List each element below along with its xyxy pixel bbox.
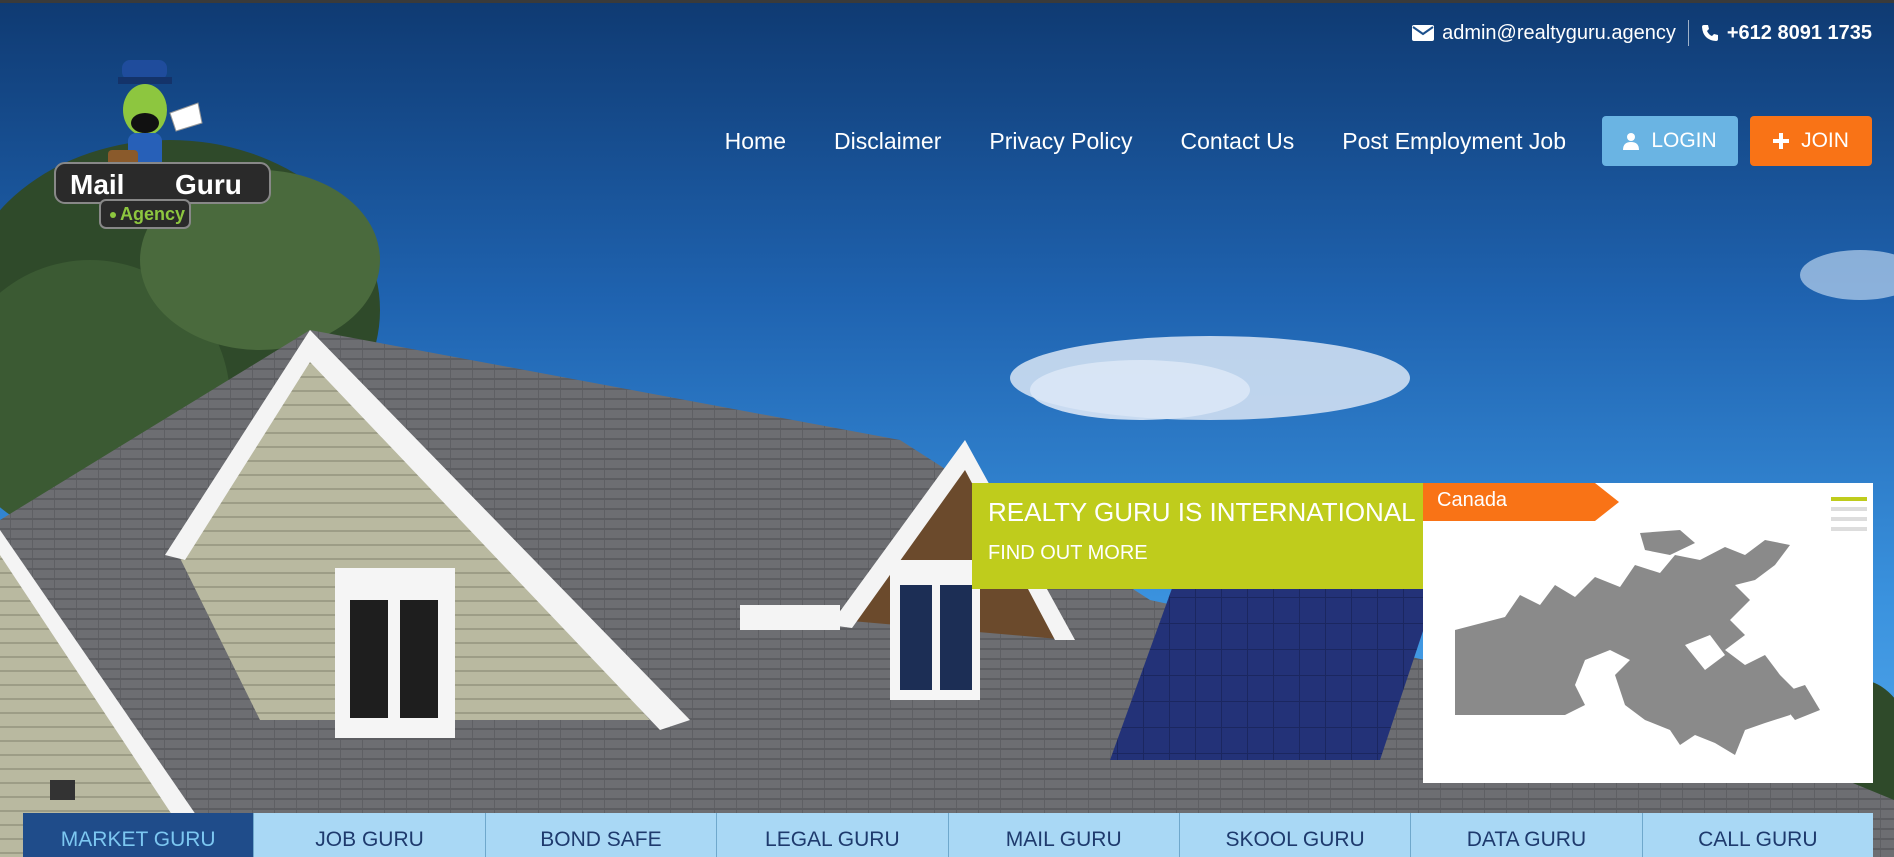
phone-icon (1701, 25, 1718, 41)
nav-post-employment-job[interactable]: Post Employment Job (1342, 128, 1566, 155)
nav-disclaimer[interactable]: Disclaimer (834, 128, 941, 155)
country-tag: Canada (1423, 483, 1619, 521)
tab-legal-guru[interactable]: LEGAL GURU (717, 813, 949, 857)
country-map-card: Canada (1423, 483, 1873, 783)
canada-map[interactable] (1445, 525, 1845, 775)
email-link[interactable]: admin@realtyguru.agency (1412, 22, 1676, 45)
login-button[interactable]: LOGIN (1602, 116, 1738, 166)
nav-privacy-policy[interactable]: Privacy Policy (989, 128, 1132, 155)
tab-bond-safe[interactable]: BOND SAFE (485, 813, 718, 857)
top-border (0, 0, 1894, 3)
service-tabs: MARKET GURU JOB GURU BOND SAFE LEGAL GUR… (23, 813, 1873, 857)
logo-word-guru: Guru (175, 169, 242, 200)
logo-word-mail: Mail (70, 169, 125, 200)
join-button[interactable]: JOIN (1750, 116, 1872, 166)
tab-skool-guru[interactable]: SKOOL GURU (1179, 813, 1412, 857)
plus-icon (1773, 133, 1790, 149)
banner-title: REALTY GURU IS INTERNATIONAL (988, 497, 1416, 527)
tab-call-guru[interactable]: CALL GURU (1642, 813, 1873, 857)
contact-bar: admin@realtyguru.agency +612 8091 1735 (1412, 20, 1872, 46)
main-nav: Home Disclaimer Privacy Policy Contact U… (725, 116, 1872, 166)
tab-job-guru[interactable]: JOB GURU (254, 813, 486, 857)
tab-data-guru[interactable]: DATA GURU (1411, 813, 1643, 857)
nav-links: Home Disclaimer Privacy Policy Contact U… (725, 128, 1566, 155)
phone-link[interactable]: +612 8091 1735 (1701, 22, 1872, 45)
email-text: admin@realtyguru.agency (1442, 21, 1676, 44)
find-out-more-link[interactable]: FIND OUT MORE (988, 542, 1148, 565)
envelope-icon (1412, 25, 1435, 41)
tab-mail-guru[interactable]: MAIL GURU (948, 813, 1180, 857)
contact-divider (1687, 20, 1689, 46)
tab-market-guru[interactable]: MARKET GURU (23, 813, 255, 857)
user-icon (1623, 133, 1640, 150)
nav-home[interactable]: Home (725, 128, 786, 155)
login-label: LOGIN (1651, 129, 1717, 152)
country-name: Canada (1437, 489, 1508, 511)
site-logo[interactable]: Mail Guru Agency (50, 55, 275, 235)
nav-contact-us[interactable]: Contact Us (1181, 128, 1295, 155)
join-label: JOIN (1801, 129, 1849, 152)
logo-tagline: Agency (120, 204, 186, 224)
international-banner: REALTY GURU IS INTERNATIONAL FIND OUT MO… (972, 483, 1423, 589)
phone-text: +612 8091 1735 (1726, 21, 1872, 44)
